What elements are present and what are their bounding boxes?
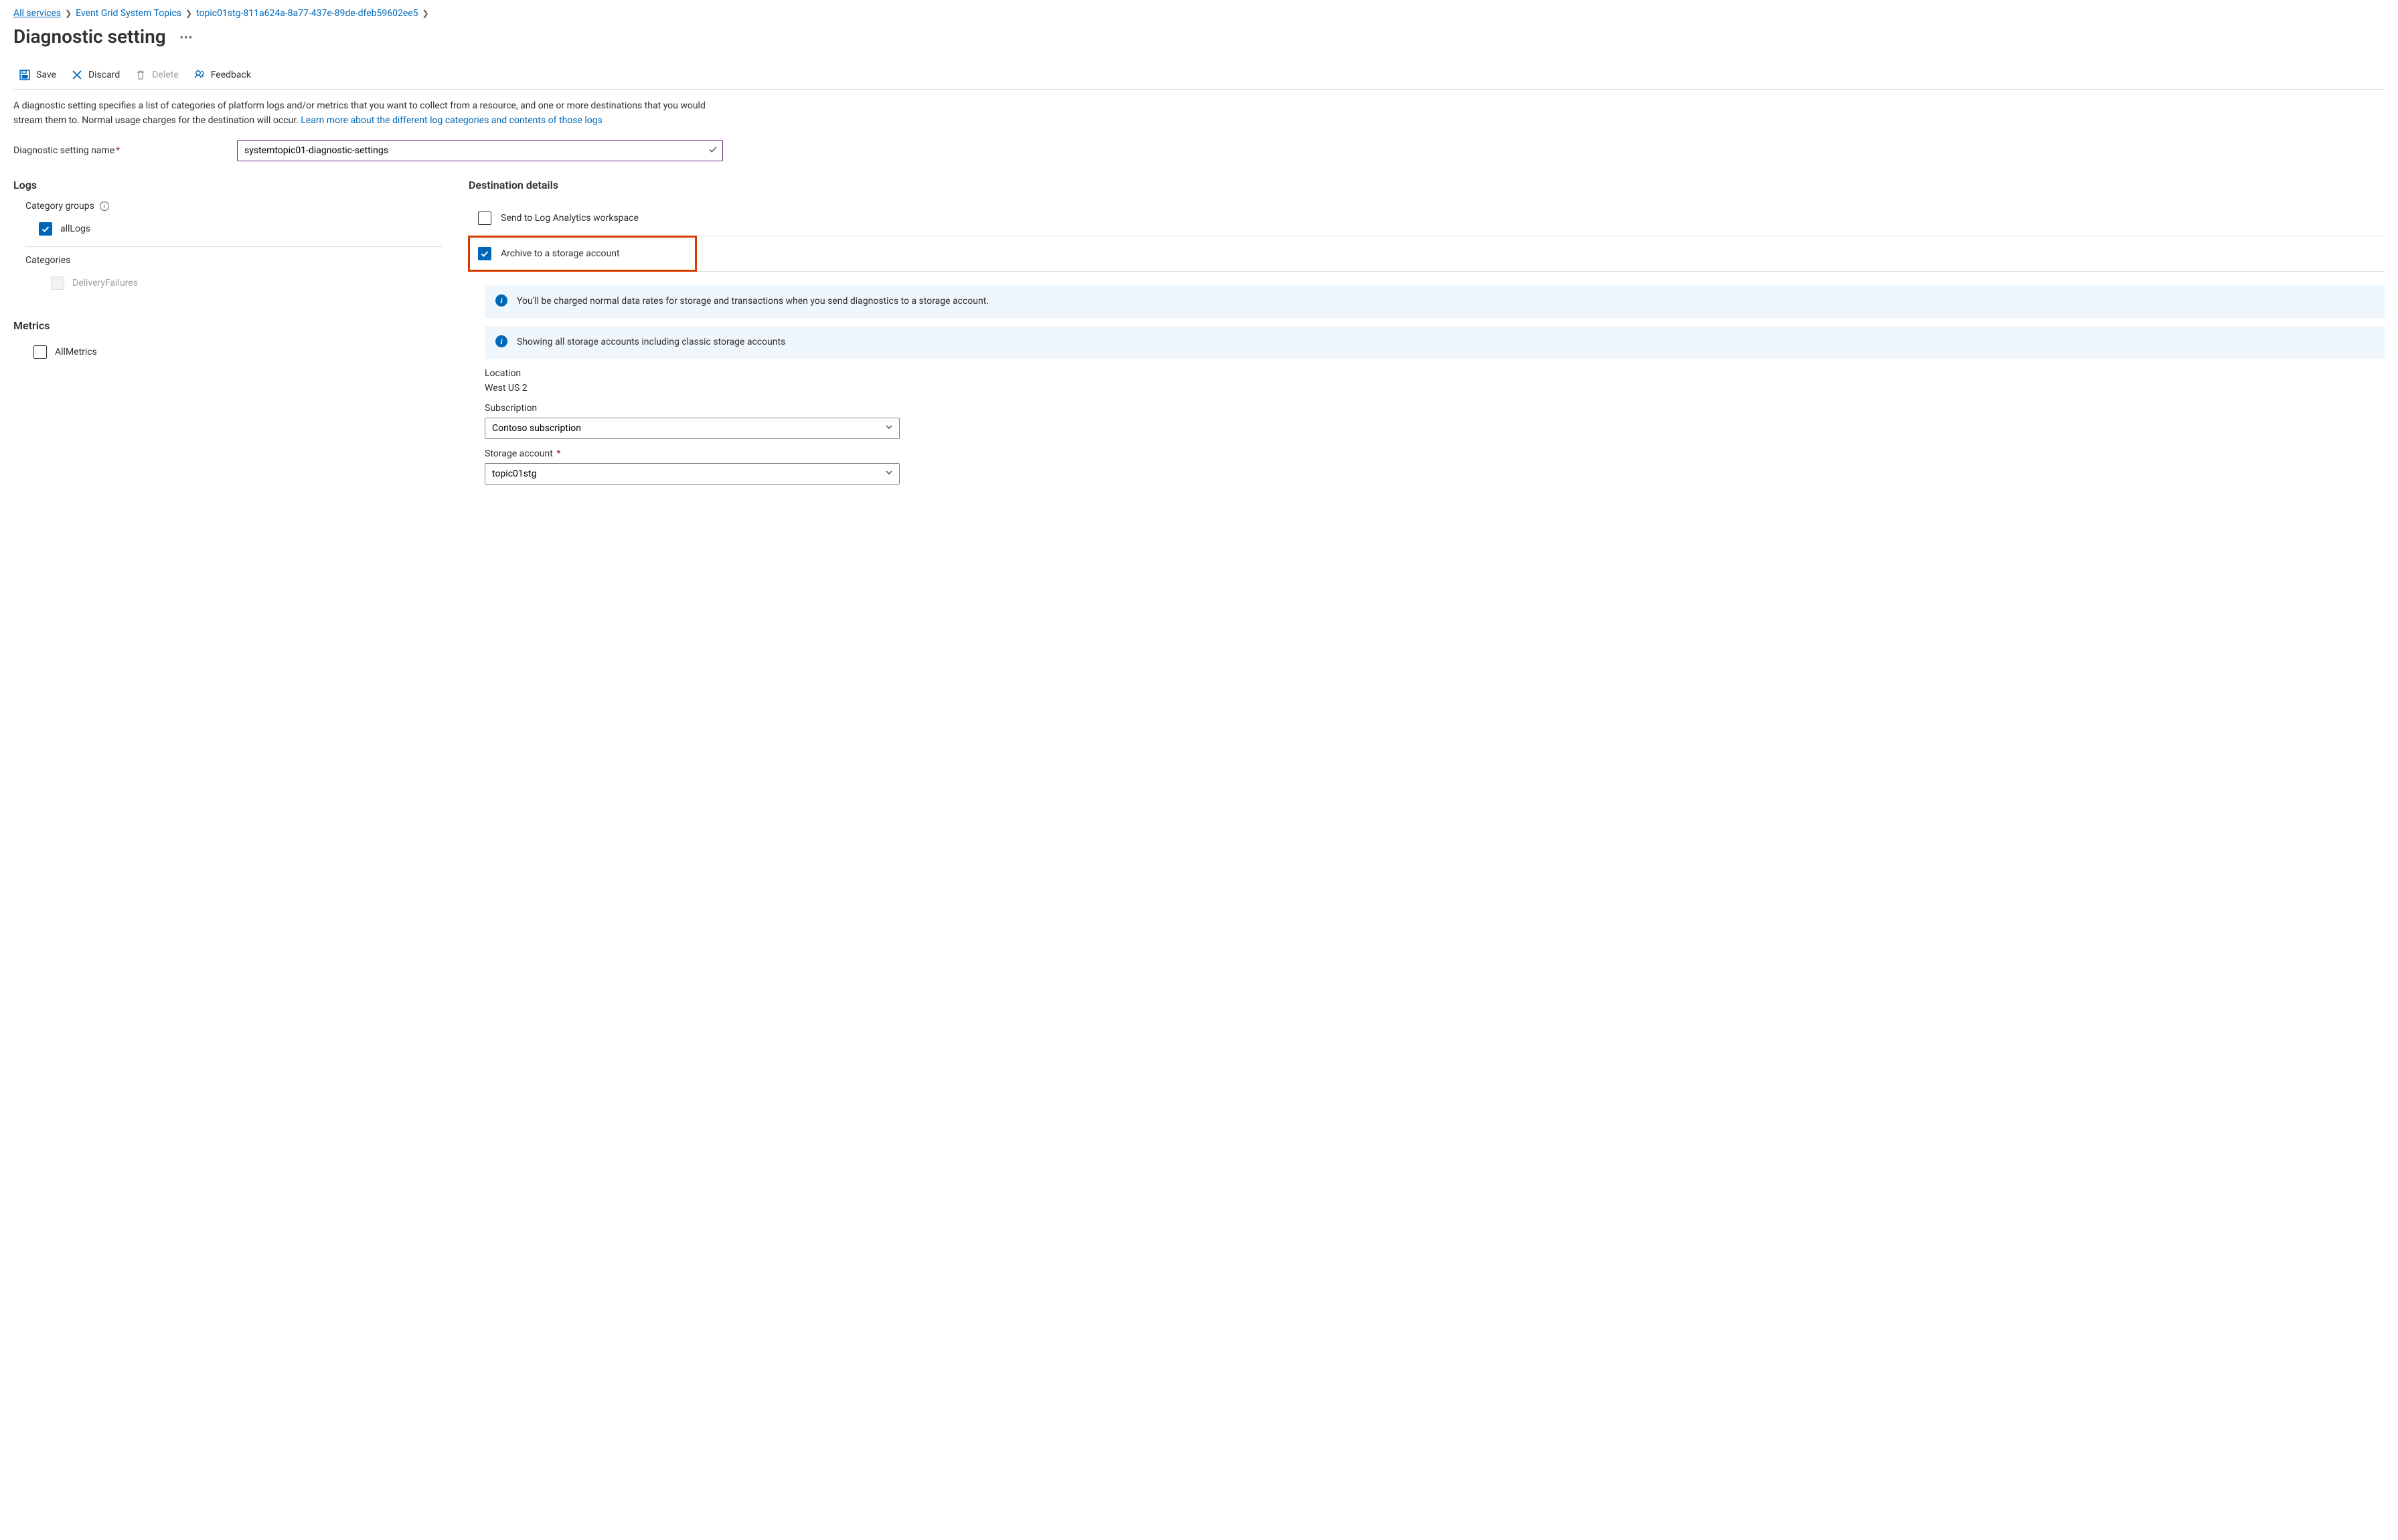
alllogs-label: allLogs: [60, 224, 90, 234]
save-icon: [19, 69, 31, 81]
archive-storage-label: Archive to a storage account: [501, 248, 620, 259]
page-title-text: Diagnostic setting: [13, 25, 166, 48]
chevron-right-icon: ❯: [65, 9, 72, 18]
save-button[interactable]: Save: [19, 68, 56, 82]
trash-icon: [135, 69, 147, 81]
category-groups-label: Category groups i: [25, 201, 442, 211]
alllogs-checkbox[interactable]: [39, 222, 52, 236]
subscription-label: Subscription: [485, 403, 2385, 414]
logs-heading: Logs: [13, 179, 442, 191]
command-bar: Save Discard Delete Feedback: [13, 50, 2385, 90]
deliveryfailures-label: DeliveryFailures: [72, 278, 138, 288]
diagnostic-setting-name-row: Diagnostic setting name*: [13, 140, 2385, 161]
storage-account-select[interactable]: topic01stg: [485, 463, 900, 485]
allmetrics-label: AllMetrics: [55, 347, 97, 357]
storage-accounts-info-text: Showing all storage accounts including c…: [517, 335, 785, 349]
page-title: Diagnostic setting ⋯: [13, 25, 2385, 48]
send-log-analytics-row: Send to Log Analytics workspace: [469, 201, 2385, 236]
storage-charge-info-text: You'll be charged normal data rates for …: [517, 294, 989, 309]
storage-account-label: Storage account *: [485, 448, 2385, 459]
storage-charge-info-banner: i You'll be charged normal data rates fo…: [485, 285, 2385, 318]
required-indicator: *: [554, 448, 561, 459]
diagnostic-setting-name-input[interactable]: [237, 140, 723, 161]
allmetrics-row: AllMetrics: [33, 341, 442, 363]
alllogs-row: allLogs: [39, 218, 442, 240]
delete-label: Delete: [152, 70, 178, 80]
storage-account-label-text: Storage account: [485, 448, 553, 459]
divider: [25, 246, 442, 247]
storage-account-selected-value: topic01stg: [492, 468, 536, 479]
chevron-right-icon: ❯: [185, 9, 192, 18]
feedback-label: Feedback: [211, 70, 251, 80]
destination-details-heading: Destination details: [469, 179, 2385, 191]
storage-accounts-info-banner: i Showing all storage accounts including…: [485, 326, 2385, 359]
diagnostic-setting-name-label: Diagnostic setting name*: [13, 145, 230, 156]
subscription-select[interactable]: Contoso subscription: [485, 418, 900, 439]
save-label: Save: [36, 70, 56, 80]
archive-storage-row: Archive to a storage account: [469, 236, 696, 271]
discard-label: Discard: [88, 70, 120, 80]
info-icon: i: [495, 335, 507, 347]
learn-more-link[interactable]: Learn more about the different log categ…: [301, 115, 603, 126]
deliveryfailures-checkbox: [51, 276, 64, 290]
feedback-button[interactable]: Feedback: [193, 68, 251, 82]
location-value: West US 2: [485, 383, 2385, 394]
send-log-analytics-label: Send to Log Analytics workspace: [501, 213, 639, 224]
deliveryfailures-row: DeliveryFailures: [51, 272, 442, 294]
more-actions-button[interactable]: ⋯: [177, 29, 196, 45]
breadcrumb-event-grid-system-topics[interactable]: Event Grid System Topics: [76, 8, 181, 19]
send-log-analytics-checkbox[interactable]: [478, 211, 491, 225]
name-label-text: Diagnostic setting name: [13, 145, 114, 156]
breadcrumb-all-services[interactable]: All services: [13, 8, 61, 19]
chevron-right-icon: ❯: [422, 9, 429, 18]
breadcrumb: All services ❯ Event Grid System Topics …: [13, 8, 2385, 19]
info-icon: i: [495, 294, 507, 307]
archive-storage-checkbox[interactable]: [478, 247, 491, 260]
category-groups-text: Category groups: [25, 201, 94, 211]
metrics-heading: Metrics: [13, 319, 442, 332]
location-label: Location: [485, 368, 2385, 379]
feedback-icon: [193, 69, 206, 81]
delete-button: Delete: [135, 68, 178, 82]
subscription-selected-value: Contoso subscription: [492, 423, 581, 434]
categories-label: Categories: [25, 255, 442, 266]
discard-button[interactable]: Discard: [71, 68, 120, 82]
allmetrics-checkbox[interactable]: [33, 345, 47, 359]
breadcrumb-topic-resource[interactable]: topic01stg-811a624a-8a77-437e-89de-dfeb5…: [196, 8, 418, 19]
info-icon[interactable]: i: [100, 201, 109, 211]
close-icon: [71, 69, 83, 81]
description-text: A diagnostic setting specifies a list of…: [13, 99, 716, 128]
required-indicator: *: [116, 145, 120, 156]
